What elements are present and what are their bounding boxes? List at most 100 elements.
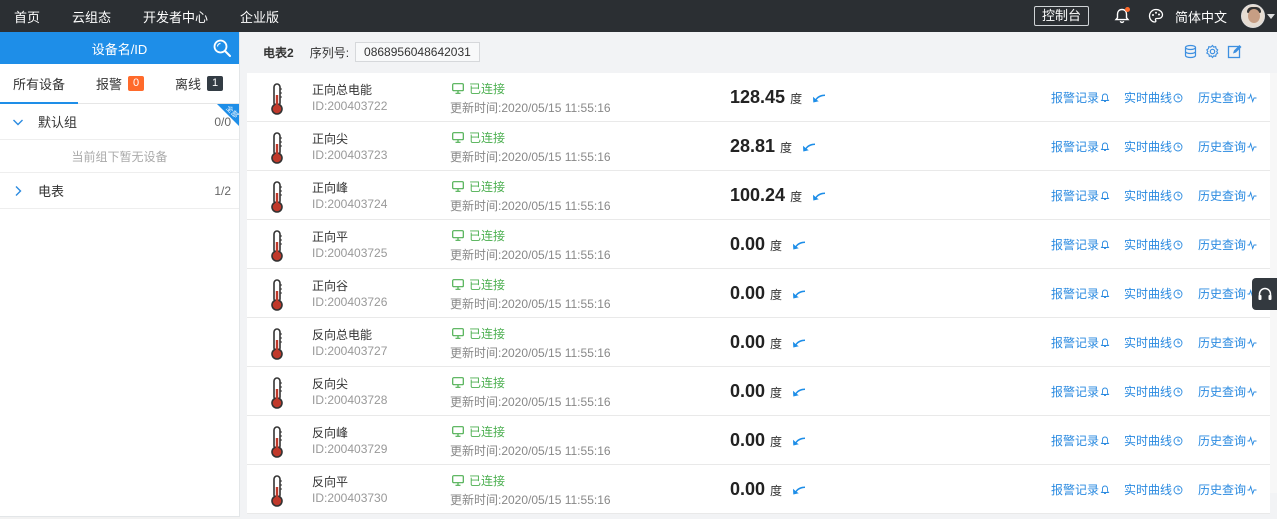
update-time: 更新时间:2020/05/15 11:55:16 xyxy=(450,297,611,311)
sensor-id: ID:200403722 xyxy=(312,99,388,113)
gear-icon[interactable] xyxy=(1205,44,1220,59)
tab-alarm[interactable]: 报警 0 xyxy=(96,64,145,104)
refresh-arrow-icon[interactable] xyxy=(792,338,806,348)
console-button[interactable]: 控制台 xyxy=(1033,6,1089,26)
group-count: 1/2 xyxy=(214,183,231,198)
realtime-curve-link[interactable]: 实时曲线 xyxy=(1124,334,1183,351)
refresh-arrow-icon[interactable] xyxy=(802,142,816,152)
history-query-link[interactable]: 历史查询 xyxy=(1198,285,1257,302)
table-row[interactable]: 正向谷 ID:200403726 已连接 更新时间:2020/05/15 11:… xyxy=(247,269,1270,318)
history-query-link[interactable]: 历史查询 xyxy=(1198,138,1257,155)
status-badge: 已连接 xyxy=(452,227,505,244)
support-button[interactable] xyxy=(1252,278,1277,310)
history-query-link[interactable]: 历史查询 xyxy=(1198,432,1257,449)
alarm-record-link[interactable]: 报警记录 xyxy=(1051,187,1110,204)
realtime-curve-link[interactable]: 实时曲线 xyxy=(1124,432,1183,449)
avatar[interactable] xyxy=(1241,4,1265,28)
sensor-name: 反向平 xyxy=(312,475,349,489)
refresh-arrow-icon[interactable] xyxy=(812,191,826,201)
tab-offline[interactable]: 离线 1 xyxy=(175,64,224,104)
value-unit: 度 xyxy=(770,239,783,253)
history-query-link[interactable]: 历史查询 xyxy=(1198,481,1257,498)
alarm-record-link[interactable]: 报警记录 xyxy=(1051,138,1110,155)
table-row[interactable]: 正向平 ID:200403725 已连接 更新时间:2020/05/15 11:… xyxy=(247,220,1270,269)
table-row[interactable]: 正向峰 ID:200403724 已连接 更新时间:2020/05/15 11:… xyxy=(247,171,1270,220)
header-actions xyxy=(1176,44,1242,59)
sensor-name: 正向谷 xyxy=(312,279,349,293)
update-time: 更新时间:2020/05/15 11:55:16 xyxy=(450,444,611,458)
alarm-record-link[interactable]: 报警记录 xyxy=(1051,236,1110,253)
sensor-name: 正向尖 xyxy=(312,132,349,146)
history-query-link[interactable]: 历史查询 xyxy=(1198,383,1257,400)
search-icon[interactable] xyxy=(212,38,232,58)
realtime-curve-link[interactable]: 实时曲线 xyxy=(1124,138,1183,155)
clock-icon xyxy=(1173,240,1183,249)
top-bar: 首页 云组态 开发者中心 企业版 控制台 简体中文 xyxy=(0,0,1277,32)
group-row-meter[interactable]: 电表 1/2 xyxy=(0,173,239,209)
monitor-icon xyxy=(452,328,464,339)
thermometer-icon xyxy=(271,377,283,409)
refresh-arrow-icon[interactable] xyxy=(792,436,806,446)
chevron-right-icon[interactable] xyxy=(12,185,24,197)
refresh-arrow-icon[interactable] xyxy=(792,387,806,397)
alarm-record-link[interactable]: 报警记录 xyxy=(1051,383,1110,400)
history-query-link[interactable]: 历史查询 xyxy=(1198,334,1257,351)
nav-home[interactable]: 首页 xyxy=(14,7,40,26)
table-row[interactable]: 反向峰 ID:200403729 已连接 更新时间:2020/05/15 11:… xyxy=(247,416,1270,465)
realtime-curve-link[interactable]: 实时曲线 xyxy=(1124,383,1183,400)
value-number: 100.24 xyxy=(730,185,786,205)
nav-developer-center[interactable]: 开发者中心 xyxy=(143,7,208,26)
alarm-record-link[interactable]: 报警记录 xyxy=(1051,285,1110,302)
monitor-icon xyxy=(452,83,464,94)
table-row[interactable]: 正向总电能 ID:200403722 已连接 更新时间:2020/05/15 1… xyxy=(247,73,1270,122)
table-row[interactable]: 正向尖 ID:200403723 已连接 更新时间:2020/05/15 11:… xyxy=(247,122,1270,171)
refresh-arrow-icon[interactable] xyxy=(792,240,806,250)
alarm-record-link[interactable]: 报警记录 xyxy=(1051,432,1110,449)
theme-button[interactable] xyxy=(1147,7,1165,25)
database-icon[interactable] xyxy=(1183,44,1198,59)
alarm-record-link[interactable]: 报警记录 xyxy=(1051,481,1110,498)
group-row-default[interactable]: 默认组 0/0 全部 xyxy=(0,104,239,140)
refresh-arrow-icon[interactable] xyxy=(792,289,806,299)
sensor-name: 正向总电能 xyxy=(312,83,373,97)
sensor-value: 0.00 度 xyxy=(730,234,806,255)
edit-icon[interactable] xyxy=(1227,44,1242,59)
table-row[interactable]: 反向平 ID:200403730 已连接 更新时间:2020/05/15 11:… xyxy=(247,465,1270,514)
nav-enterprise[interactable]: 企业版 xyxy=(240,7,279,26)
realtime-curve-link[interactable]: 实时曲线 xyxy=(1124,481,1183,498)
bell-small-icon xyxy=(1100,93,1110,102)
caret-down-icon[interactable] xyxy=(1267,13,1275,19)
refresh-arrow-icon[interactable] xyxy=(792,485,806,495)
notification-dot xyxy=(1124,7,1130,12)
nav-cloud-scada[interactable]: 云组态 xyxy=(72,7,111,26)
history-query-link[interactable]: 历史查询 xyxy=(1198,187,1257,204)
table-row[interactable]: 反向尖 ID:200403728 已连接 更新时间:2020/05/15 11:… xyxy=(247,367,1270,416)
wave-icon xyxy=(1247,239,1257,250)
realtime-curve-link[interactable]: 实时曲线 xyxy=(1124,285,1183,302)
thermometer-icon xyxy=(271,83,283,115)
realtime-curve-link[interactable]: 实时曲线 xyxy=(1124,89,1183,106)
table-row[interactable]: 反向总电能 ID:200403727 已连接 更新时间:2020/05/15 1… xyxy=(247,318,1270,367)
wave-icon xyxy=(1247,92,1257,103)
device-header: 电表2 序列号: 0868956048642031 xyxy=(240,32,1277,72)
status-badge: 已连接 xyxy=(452,325,505,342)
wave-icon xyxy=(1247,337,1257,348)
alarm-record-link[interactable]: 报警记录 xyxy=(1051,89,1110,106)
realtime-curve-link[interactable]: 实时曲线 xyxy=(1124,236,1183,253)
tab-all-devices[interactable]: 所有设备 xyxy=(0,64,78,104)
notification-bell[interactable] xyxy=(1113,7,1131,25)
status-badge: 已连接 xyxy=(452,80,505,97)
history-query-link[interactable]: 历史查询 xyxy=(1198,236,1257,253)
history-query-link[interactable]: 历史查询 xyxy=(1198,89,1257,106)
language-switch[interactable]: 简体中文 xyxy=(1175,7,1227,26)
row-actions: 报警记录 实时曲线 历史查询 xyxy=(1051,383,1257,400)
sensor-id: ID:200403723 xyxy=(312,148,388,162)
headset-icon xyxy=(1258,287,1271,300)
update-time: 更新时间:2020/05/15 11:55:16 xyxy=(450,101,611,115)
device-search-bar[interactable]: 设备名/ID xyxy=(0,32,239,64)
refresh-arrow-icon[interactable] xyxy=(812,93,826,103)
realtime-curve-link[interactable]: 实时曲线 xyxy=(1124,187,1183,204)
bell-small-icon xyxy=(1100,387,1110,396)
chevron-down-icon[interactable] xyxy=(12,116,24,128)
alarm-record-link[interactable]: 报警记录 xyxy=(1051,334,1110,351)
